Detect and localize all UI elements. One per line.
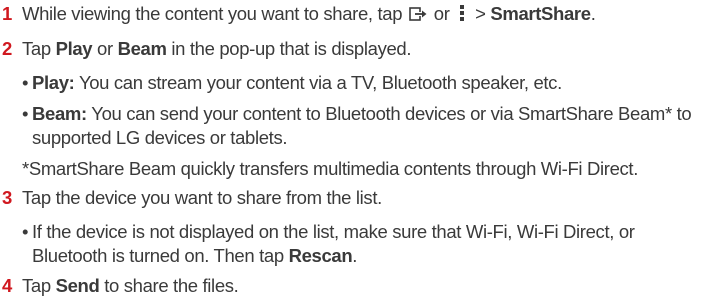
step-2-beam: Beam	[117, 38, 167, 59]
step-1-text-gt: >	[475, 3, 486, 24]
step-1-text-before: While viewing the content you want to sh…	[22, 3, 403, 24]
step-4-send: Send	[55, 275, 100, 296]
bullet-play-label: Play:	[32, 72, 75, 93]
bullet-mark: •	[22, 103, 29, 124]
bullet-beam-line2: supported LG devices or tablets.	[32, 127, 288, 148]
instructions-document: 1 While viewing the content you want to …	[0, 0, 701, 301]
bullet-device-text-line1: If the device is not displayed on the li…	[32, 221, 635, 242]
step-2-text-or: or	[97, 38, 113, 59]
step-number-2: 2	[2, 38, 13, 59]
menu-icon	[460, 5, 465, 21]
bullet-beam-label: Beam:	[32, 103, 87, 124]
bullet-device-line2: Bluetooth is turned on. Then tap Rescan.	[32, 245, 357, 267]
bullet-beam-footnote: *SmartShare Beam quickly transfers multi…	[22, 158, 638, 179]
step-4-text-rest: to share the files.	[104, 275, 239, 296]
bullet-play: • Play: You can stream your content via a…	[22, 72, 562, 94]
step-2-text-tap: Tap	[22, 38, 51, 59]
step-2-text-rest: in the pop-up that is displayed.	[171, 38, 412, 59]
step-3-text: Tap the device you want to share from th…	[22, 187, 382, 208]
step-1-text: While viewing the content you want to sh…	[22, 3, 596, 25]
bullet-device-text-line2: Bluetooth is turned on. Then tap	[32, 245, 284, 266]
bullet-mark: •	[22, 221, 29, 242]
step-number-1: 1	[2, 3, 13, 24]
step-2-text: Tap Play or Beam in the pop-up that is d…	[22, 38, 411, 60]
step-2-play: Play	[55, 38, 93, 59]
bullet-beam: • Beam: You can send your content to Blue…	[22, 103, 692, 125]
step-4-text-tap: Tap	[22, 275, 51, 296]
bullet-device-period: .	[352, 245, 358, 266]
bullet-device-rescan: Rescan	[288, 245, 353, 266]
bullet-device: • If the device is not displayed on the l…	[22, 221, 635, 243]
bullet-play-text: You can stream your content via a TV, Bl…	[78, 72, 562, 93]
share-icon	[409, 7, 427, 21]
step-1-smartshare: SmartShare	[490, 3, 591, 24]
step-4-text: Tap Send to share the files.	[22, 275, 239, 297]
step-number-4: 4	[2, 275, 13, 296]
step-number-3: 3	[2, 187, 13, 208]
step-1-text-or: or	[433, 3, 450, 24]
bullet-beam-text-line1: You can send your content to Bluetooth d…	[91, 103, 692, 124]
step-1-period: .	[590, 3, 596, 24]
bullet-mark: •	[22, 72, 29, 93]
